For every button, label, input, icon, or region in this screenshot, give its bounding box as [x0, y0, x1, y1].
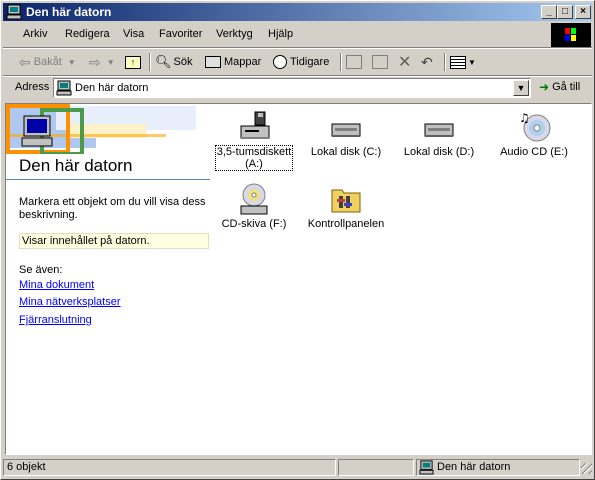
- address-input[interactable]: Den här datorn ▼: [53, 78, 531, 98]
- delete-button[interactable]: ✕: [398, 53, 411, 71]
- menu-visa[interactable]: Visa: [123, 28, 144, 40]
- toolbar-separator: [149, 53, 151, 71]
- forward-button[interactable]: ⇨ ▼: [89, 53, 115, 71]
- my-computer-icon: [56, 80, 72, 96]
- pane-info-box: Visar innehållet på datorn.: [19, 233, 209, 249]
- drive-f-label: CD-skiva (F:): [221, 218, 287, 230]
- link-fjarranslutning[interactable]: Fjärranslutning: [19, 314, 92, 326]
- link-mina-natverksplatser[interactable]: Mina nätverksplatser: [19, 296, 121, 308]
- drive-c-local-disk[interactable]: Lokal disk (C:): [301, 110, 391, 158]
- drive-e-audio-cd[interactable]: ♫ Audio CD (E:): [489, 110, 579, 158]
- pane-divider: [6, 179, 210, 180]
- control-panel-icon: [331, 189, 361, 213]
- search-label: Sök: [173, 56, 193, 68]
- control-panel-item[interactable]: Kontrollpanelen: [301, 182, 391, 230]
- explorer-window: Den här datorn _ □ × Arkiv Redigera Visa…: [0, 0, 595, 480]
- see-also-label: Se även:: [19, 264, 63, 276]
- views-icon: [450, 55, 466, 69]
- menu-redigera[interactable]: Redigera: [65, 28, 110, 40]
- status-location: Den här datorn: [416, 459, 580, 476]
- window-title: Den här datorn: [26, 5, 112, 19]
- history-clock-icon: [273, 55, 287, 69]
- search-icon: 🔍︎: [155, 54, 172, 69]
- folders-button[interactable]: Mappar: [205, 53, 261, 71]
- pane-title: Den här datorn: [19, 156, 133, 175]
- drive-d-label: Lokal disk (D:): [403, 146, 475, 158]
- audio-cd-icon: ♫: [519, 111, 551, 142]
- drive-f-cd[interactable]: CD-skiva (F:): [209, 182, 299, 230]
- drive-c-label: Lokal disk (C:): [310, 146, 382, 158]
- hard-disk-icon: [331, 123, 361, 137]
- up-folder-icon: ↑: [125, 55, 141, 69]
- address-label: Adress: [15, 81, 50, 93]
- undo-icon: ↶: [421, 53, 433, 70]
- address-value: Den här datorn: [75, 82, 149, 94]
- address-bar: Adress Den här datorn ▼ ➜ Gå till: [3, 77, 592, 99]
- resize-grip[interactable]: [581, 463, 592, 474]
- content-area: Den här datorn Markera ett objekt om du …: [5, 103, 592, 455]
- pane-description: Markera ett objekt om du vill visa dess …: [19, 196, 206, 221]
- move-to-icon: [346, 55, 362, 69]
- back-arrow-icon: ⇦: [19, 53, 31, 70]
- address-dropdown-button[interactable]: ▼: [513, 80, 529, 96]
- control-panel-label: Kontrollpanelen: [307, 218, 385, 230]
- history-label: Tidigare: [290, 56, 330, 68]
- dropdown-arrow-icon: ▼: [468, 57, 476, 67]
- move-to-button[interactable]: [346, 53, 362, 71]
- info-pane: Den här datorn Markera ett objekt om du …: [6, 104, 216, 454]
- menu-bar: Arkiv Redigera Visa Favoriter Verktyg Hj…: [3, 23, 549, 47]
- link-mina-dokument[interactable]: Mina dokument: [19, 279, 94, 291]
- status-empty-panel: [338, 459, 414, 476]
- drive-a-floppy[interactable]: 3,5-tumsdiskett (A:): [209, 110, 299, 171]
- dropdown-arrow-icon: ▼: [67, 57, 76, 67]
- floppy-drive-icon: [240, 111, 270, 139]
- cd-drive-icon: [240, 183, 268, 215]
- delete-x-icon: ✕: [398, 54, 412, 71]
- toolbar-separator: [444, 53, 446, 71]
- dropdown-arrow-icon: ▼: [106, 57, 115, 67]
- status-count: 6 objekt: [3, 459, 336, 476]
- my-computer-icon: [419, 460, 434, 475]
- go-arrow-icon: ➜: [539, 80, 550, 94]
- copy-to-button[interactable]: [372, 53, 388, 71]
- status-bar: 6 objekt Den här datorn: [3, 457, 592, 477]
- toolbar-separator: [340, 53, 342, 71]
- close-button[interactable]: ×: [575, 5, 591, 19]
- menu-favoriter[interactable]: Favoriter: [159, 28, 202, 40]
- menu-arkiv[interactable]: Arkiv: [23, 28, 47, 40]
- drive-a-label: 3,5-tumsdiskett (A:): [214, 145, 294, 171]
- undo-button[interactable]: ↶: [421, 53, 433, 71]
- status-location-label: Den här datorn: [437, 461, 511, 473]
- maximize-button[interactable]: □: [557, 5, 573, 19]
- go-label: Gå till: [552, 81, 581, 93]
- my-computer-large-icon: [21, 115, 53, 147]
- title-bar[interactable]: Den här datorn _ □ ×: [3, 3, 592, 21]
- drive-e-label: Audio CD (E:): [500, 146, 568, 158]
- svg-text:♫: ♫: [519, 111, 530, 125]
- menu-verktyg[interactable]: Verktyg: [216, 28, 253, 40]
- my-computer-icon: [6, 4, 22, 20]
- drive-d-local-disk[interactable]: Lokal disk (D:): [394, 110, 484, 158]
- search-button[interactable]: 🔍︎ Sök: [155, 53, 192, 71]
- hard-disk-icon: [424, 123, 454, 137]
- forward-arrow-icon: ⇨: [89, 53, 101, 70]
- folders-label: Mappar: [224, 56, 262, 68]
- back-button[interactable]: ⇦ Bakåt ▼: [19, 53, 76, 71]
- minimize-button[interactable]: _: [541, 5, 557, 19]
- views-button[interactable]: ▼: [450, 53, 476, 71]
- toolbar: ⇦ Bakåt ▼ ⇨ ▼ ↑ 🔍︎ Sök Mappar Tidigare ✕…: [3, 49, 592, 75]
- folders-icon: [205, 56, 221, 68]
- windows-logo-icon: [551, 23, 591, 47]
- back-label: Bakåt: [33, 56, 62, 68]
- go-button[interactable]: ➜ Gå till: [539, 80, 580, 94]
- menu-hjalp[interactable]: Hjälp: [268, 28, 293, 40]
- up-folder-button[interactable]: ↑: [125, 53, 141, 71]
- copy-to-icon: [372, 55, 388, 69]
- history-button[interactable]: Tidigare: [273, 53, 329, 71]
